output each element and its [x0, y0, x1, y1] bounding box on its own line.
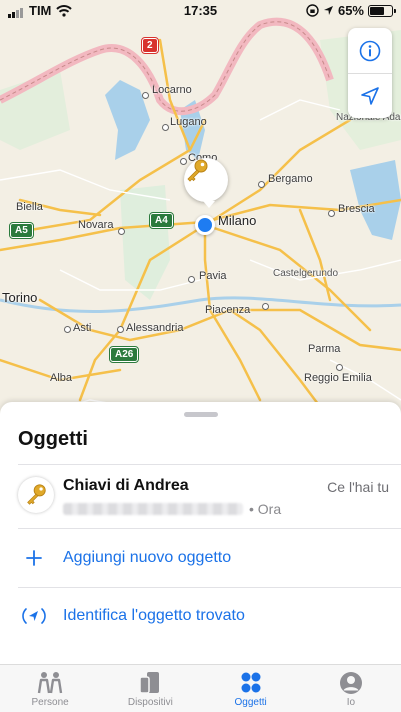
road-badge: 2 — [141, 37, 159, 54]
battery-percent: 65% — [337, 3, 364, 18]
city-dot — [142, 92, 149, 99]
people-icon — [37, 672, 63, 694]
tab-people[interactable]: Persone — [0, 665, 100, 712]
identify-found-item-label: Identifica l'oggetto trovato — [63, 607, 245, 624]
city-dot — [262, 303, 269, 310]
city-label: Bergamo — [268, 173, 313, 185]
item-status: Ce l'hai tu — [327, 479, 389, 495]
person-icon — [339, 672, 362, 694]
city-label: Biella — [16, 201, 43, 213]
identify-found-item-button[interactable]: Identifica l'oggetto trovato — [0, 588, 401, 644]
city-dot — [328, 210, 335, 217]
tab-items[interactable]: Oggetti — [201, 665, 301, 712]
city-label: Novara — [78, 219, 114, 231]
map-info-button[interactable] — [348, 28, 392, 73]
city-label: Milano — [218, 213, 257, 228]
city-label: Piacenza — [205, 304, 251, 316]
tab-label: Persone — [31, 697, 69, 708]
key-icon — [27, 484, 46, 505]
map-view[interactable]: Locarno Lugano Como Bergamo Biella Novar… — [0, 0, 401, 430]
location-arrow-icon — [361, 87, 379, 105]
map-controls — [348, 28, 392, 118]
key-icon — [187, 159, 208, 182]
tab-me[interactable]: Io — [301, 665, 401, 712]
item-name: Chiavi di Andrea — [63, 477, 189, 494]
current-location-dot — [195, 215, 215, 235]
item-row-keys[interactable]: Chiavi di Andrea • Ora Ce l'hai tu — [0, 465, 401, 527]
city-label: Asti — [73, 322, 92, 334]
city-label: Torino — [2, 290, 38, 305]
items-sheet: Oggetti Chiavi di Andrea • Ora Ce l'hai … — [0, 402, 401, 664]
divider — [18, 528, 401, 529]
city-dot — [336, 364, 343, 371]
redacted-address — [63, 503, 243, 515]
item-map-pin[interactable] — [184, 158, 228, 208]
tab-label: Oggetti — [234, 697, 267, 708]
location-services-icon — [323, 6, 333, 15]
items-icon — [241, 672, 261, 693]
info-icon — [359, 40, 381, 61]
tab-devices[interactable]: Dispositivi — [100, 665, 200, 712]
item-location: • Ora — [63, 501, 281, 517]
city-dot — [64, 326, 71, 333]
city-dot — [188, 276, 195, 283]
plus-icon — [19, 550, 49, 566]
city-dot — [118, 228, 125, 235]
city-label: Castelgerundo — [273, 268, 339, 279]
road-badge: A5 — [9, 222, 34, 239]
battery-icon — [368, 4, 396, 17]
tab-label: Io — [346, 697, 356, 708]
sheet-grabber[interactable] — [184, 412, 218, 417]
city-dot — [258, 181, 265, 188]
road-badge: A26 — [108, 346, 140, 363]
road-badge: A4 — [149, 212, 174, 229]
city-label: Locarno — [152, 84, 192, 96]
orientation-lock-icon — [306, 4, 319, 17]
item-updated-time: • Ora — [249, 501, 282, 517]
city-dot — [117, 326, 124, 333]
add-new-item-label: Aggiungi nuovo oggetto — [63, 549, 232, 566]
city-label: Parma — [308, 343, 341, 355]
devices-icon — [139, 672, 160, 694]
city-label: Lugano — [170, 116, 207, 128]
city-label: Pavia — [199, 270, 227, 282]
tab-label: Dispositivi — [127, 697, 173, 708]
track-location-button[interactable] — [348, 73, 392, 118]
city-label: Alba — [50, 372, 73, 384]
status-bar: TIM 17:35 65% — [0, 0, 401, 22]
tab-bar: Persone Dispositivi Oggetti Io — [0, 664, 401, 712]
city-label: Alessandria — [126, 322, 184, 334]
item-avatar — [18, 477, 54, 513]
sheet-title: Oggetti — [18, 428, 88, 450]
airtag-identify-icon — [19, 606, 49, 626]
city-label: Reggio Emilia — [304, 372, 372, 384]
city-dot — [162, 124, 169, 131]
city-label: Brescia — [338, 203, 375, 215]
add-new-item-button[interactable]: Aggiungi nuovo oggetto — [0, 530, 401, 586]
